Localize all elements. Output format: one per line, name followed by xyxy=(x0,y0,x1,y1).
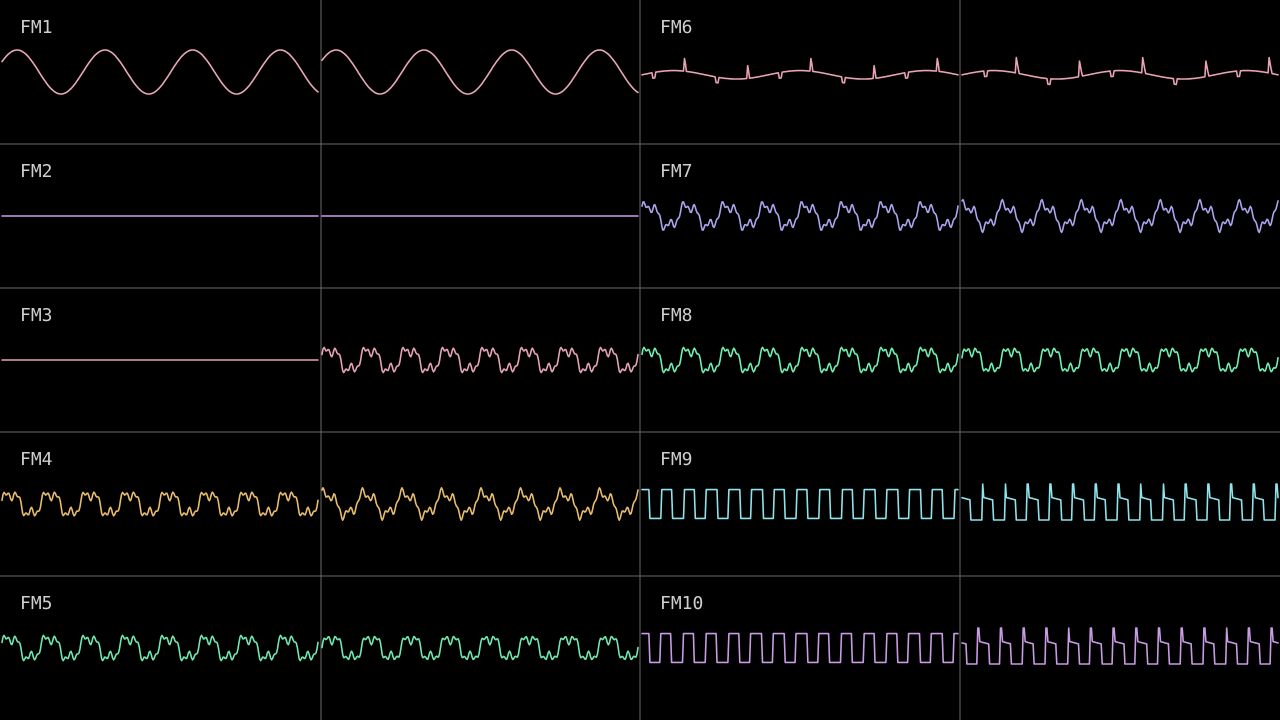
waveform-left xyxy=(641,488,959,520)
channel-fm5: FM5 xyxy=(1,593,639,662)
waveform-right xyxy=(321,49,639,95)
channel-label: FM3 xyxy=(20,305,53,326)
channel-fm3: FM3 xyxy=(1,305,639,374)
channel-label: FM7 xyxy=(660,161,693,182)
waveform-left xyxy=(641,57,959,84)
waveform-right xyxy=(961,347,1279,373)
waveform-left xyxy=(641,201,959,231)
channel-label: FM2 xyxy=(20,161,53,182)
waveform-left xyxy=(1,491,319,517)
channel-label: FM5 xyxy=(20,593,53,614)
waveform-right xyxy=(961,56,1279,86)
waveform-left xyxy=(641,632,959,664)
waveform-left xyxy=(641,346,959,374)
waveform-left xyxy=(1,634,319,662)
channel-label: FM6 xyxy=(660,17,693,38)
channel-label: FM9 xyxy=(660,449,693,470)
channel-fm1: FM1 xyxy=(1,17,639,95)
channel-label: FM8 xyxy=(660,305,693,326)
waveform-right xyxy=(321,487,639,521)
waveform-left xyxy=(1,49,319,95)
waveform-right xyxy=(961,483,1279,521)
channel-label: FM10 xyxy=(660,593,703,614)
waveform-right xyxy=(961,627,1279,665)
oscilloscope-view: FM1 FM2 FM3 FM4 FM5 FM6 FM7 FM8 FM9 FM10 xyxy=(0,0,1280,720)
channel-fm4: FM4 xyxy=(1,449,639,521)
waveform-right xyxy=(321,635,639,661)
waveform-right xyxy=(961,198,1279,234)
channel-label: FM1 xyxy=(20,17,53,38)
waveform-right xyxy=(321,346,639,374)
channel-fm2: FM2 xyxy=(1,161,639,217)
channel-label: FM4 xyxy=(20,449,53,470)
